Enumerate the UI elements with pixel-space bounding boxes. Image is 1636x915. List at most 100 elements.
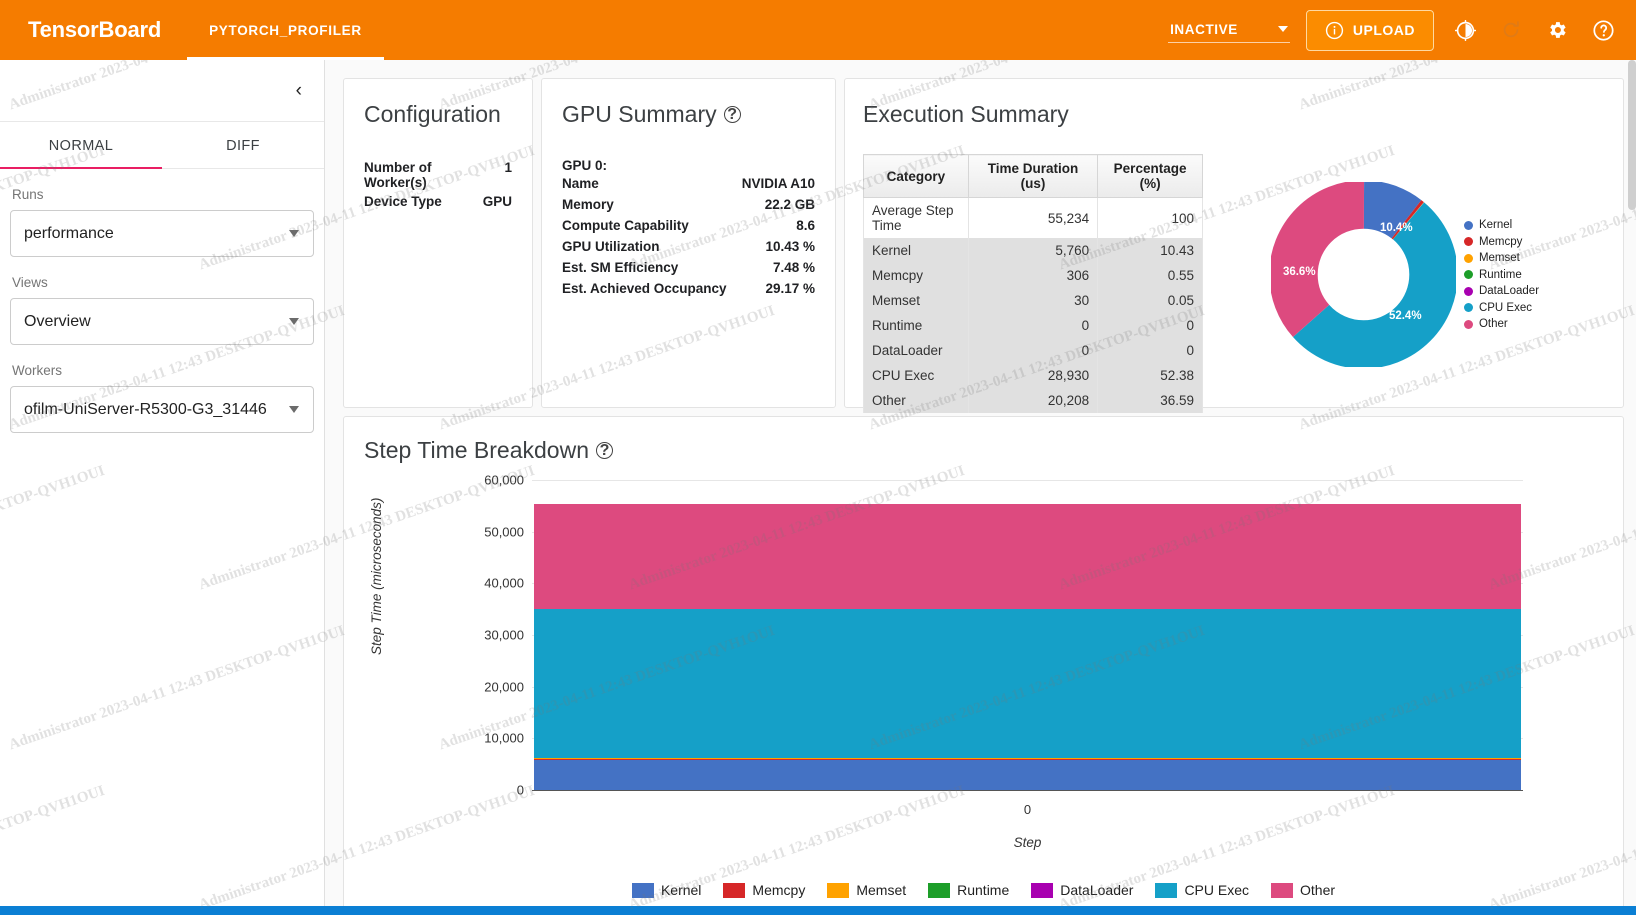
page-vertical-scrollbar[interactable] — [1628, 60, 1636, 907]
cell-category: Runtime — [863, 313, 969, 338]
gpu-row: Est. SM Efficiency 7.48 % — [562, 257, 815, 278]
bar-segment-kernel[interactable] — [534, 760, 1521, 790]
legend-label: Memset — [1478, 252, 1520, 264]
views-label: Views — [12, 275, 48, 290]
cell-percentage: 0 — [1097, 338, 1203, 363]
y-tick: 10,000 — [484, 730, 524, 746]
header-tabs: PYTORCH_PROFILER — [187, 0, 384, 60]
step-breakdown-chart: Step Time (microseconds) 0 10,000 20,000… — [364, 473, 1603, 880]
legend-item[interactable]: Memcpy — [723, 882, 805, 898]
table-row: Runtime 0 0 — [863, 313, 1203, 338]
legend-label: Memcpy — [752, 882, 806, 898]
views-select[interactable]: Overview — [10, 298, 314, 345]
configuration-card: Configuration Number of Worker(s) 1 Devi… — [343, 78, 533, 408]
gpu-row: Memory 22.2 GB — [562, 194, 815, 215]
sidebar-header: ‹ — [0, 60, 324, 122]
refresh-icon[interactable] — [1496, 15, 1526, 45]
bar-segment-cpu-exec[interactable] — [534, 608, 1521, 759]
run-status-label: INACTIVE — [1170, 21, 1238, 37]
legend-item[interactable]: Memcpy — [1463, 236, 1539, 248]
gpu-row: GPU Utilization 10.43 % — [562, 236, 815, 257]
help-icon[interactable] — [1588, 15, 1618, 45]
brightness-icon[interactable] — [1450, 15, 1480, 45]
legend-swatch-cpu-exec — [1463, 303, 1473, 312]
sidebar-tabs: NORMAL DIFF — [0, 122, 324, 169]
workers-label: Workers — [12, 363, 63, 378]
y-tick: 30,000 — [484, 627, 524, 643]
gpu-value: 22.2 GB — [764, 197, 815, 212]
header-spacer — [384, 0, 1168, 60]
legend-item[interactable]: DataLoader — [1031, 882, 1133, 898]
execution-summary-body: Category Time Duration (us) Percentage (… — [863, 154, 1607, 428]
tab-pytorch-profiler[interactable]: PYTORCH_PROFILER — [187, 0, 384, 60]
legend-label: Runtime — [957, 882, 1010, 898]
legend-item[interactable]: CPU Exec — [1463, 301, 1539, 314]
legend-swatch-memcpy — [1463, 237, 1473, 246]
legend-label: CPU Exec — [1184, 882, 1250, 898]
legend-swatch-memcpy — [723, 882, 746, 898]
table-row: Average Step Time 55,234 100 — [863, 197, 1203, 238]
settings-icon[interactable] — [1542, 15, 1572, 45]
legend-item[interactable]: CPU Exec — [1155, 882, 1249, 898]
legend-item[interactable]: Memset — [827, 882, 906, 898]
table-row: Kernel 5,760 10.43 — [863, 238, 1203, 263]
legend-item[interactable]: Kernel — [631, 882, 701, 898]
legend-swatch-other — [1271, 882, 1294, 898]
legend-item[interactable]: Runtime — [928, 882, 1009, 898]
gpu-row: Compute Capability 8.6 — [562, 215, 815, 236]
y-tick: 60,000 — [484, 472, 524, 488]
gpu-value: 8.6 — [796, 218, 815, 233]
gpu-summary-title-text: GPU Summary — [562, 101, 717, 127]
cell-duration: 0 — [967, 338, 1099, 363]
bar-segment-memcpy[interactable] — [534, 758, 1521, 761]
col-duration[interactable]: Time Duration (us) — [967, 154, 1099, 198]
tab-diff[interactable]: DIFF — [162, 122, 324, 168]
help-icon[interactable]: ? — [596, 442, 614, 459]
cell-percentage: 100 — [1097, 197, 1203, 238]
y-axis-title: Step Time (microseconds) — [369, 497, 384, 655]
table-row: Memcpy 306 0.55 — [863, 263, 1203, 288]
workers-select[interactable]: ofilm-UniServer-R5300-G3_31446 — [10, 386, 314, 433]
legend-swatch-memset — [1463, 253, 1473, 263]
legend-swatch-kernel — [1463, 220, 1473, 230]
step-breakdown-title: Step Time Breakdown ? — [364, 437, 1603, 464]
scrollbar-thumb[interactable] — [1628, 60, 1636, 210]
summary-row: Configuration Number of Worker(s) 1 Devi… — [343, 78, 1624, 428]
chevron-down-icon — [289, 230, 299, 237]
help-icon[interactable]: ? — [723, 106, 741, 123]
cell-category: Kernel — [863, 238, 969, 263]
col-category[interactable]: Category — [863, 154, 969, 198]
donut-legend: Kernel Memcpy Memset Runtime DataLoader … — [1463, 219, 1539, 330]
cell-category: Memcpy — [863, 263, 969, 288]
legend-label: CPU Exec — [1478, 301, 1532, 314]
page-horizontal-scrollbar[interactable] — [0, 906, 1636, 915]
legend-swatch-cpu-exec — [1155, 882, 1178, 898]
col-percentage[interactable]: Percentage (%) — [1097, 154, 1203, 198]
upload-button[interactable]: UPLOAD — [1305, 9, 1434, 51]
legend-item[interactable]: Kernel — [1463, 219, 1539, 231]
run-status-dropdown[interactable]: INACTIVE — [1168, 18, 1290, 43]
upload-button-label: UPLOAD — [1352, 22, 1415, 38]
legend-item[interactable]: Other — [1271, 882, 1335, 898]
legend-item[interactable]: Runtime — [1463, 269, 1539, 281]
cell-category: Average Step Time — [863, 197, 969, 238]
chevron-down-icon — [1277, 26, 1288, 32]
legend-label: Kernel — [1478, 219, 1513, 231]
grid-line — [532, 480, 1523, 481]
legend-item[interactable]: Memset — [1463, 252, 1539, 264]
donut-label-kernel: 10.4% — [1379, 222, 1413, 234]
runs-select[interactable]: performance — [10, 210, 314, 257]
execution-donut-chart: 10.4% 52.4% 36.6% Kernel Memcpy Memset R… — [1203, 154, 1607, 395]
legend-item[interactable]: Other — [1463, 318, 1539, 330]
cell-percentage: 0.55 — [1097, 263, 1203, 288]
tab-normal[interactable]: NORMAL — [0, 122, 162, 169]
collapse-sidebar-icon[interactable]: ‹ — [296, 81, 302, 100]
legend-item[interactable]: DataLoader — [1463, 285, 1539, 297]
x-tick: 0 — [1023, 802, 1032, 817]
config-value: GPU — [482, 194, 512, 209]
bar-segment-other[interactable] — [534, 504, 1521, 609]
execution-summary-title: Execution Summary — [863, 101, 1069, 127]
config-row: Number of Worker(s) 1 — [364, 158, 512, 192]
legend-swatch-other — [1463, 319, 1473, 329]
cell-duration: 306 — [967, 263, 1099, 288]
